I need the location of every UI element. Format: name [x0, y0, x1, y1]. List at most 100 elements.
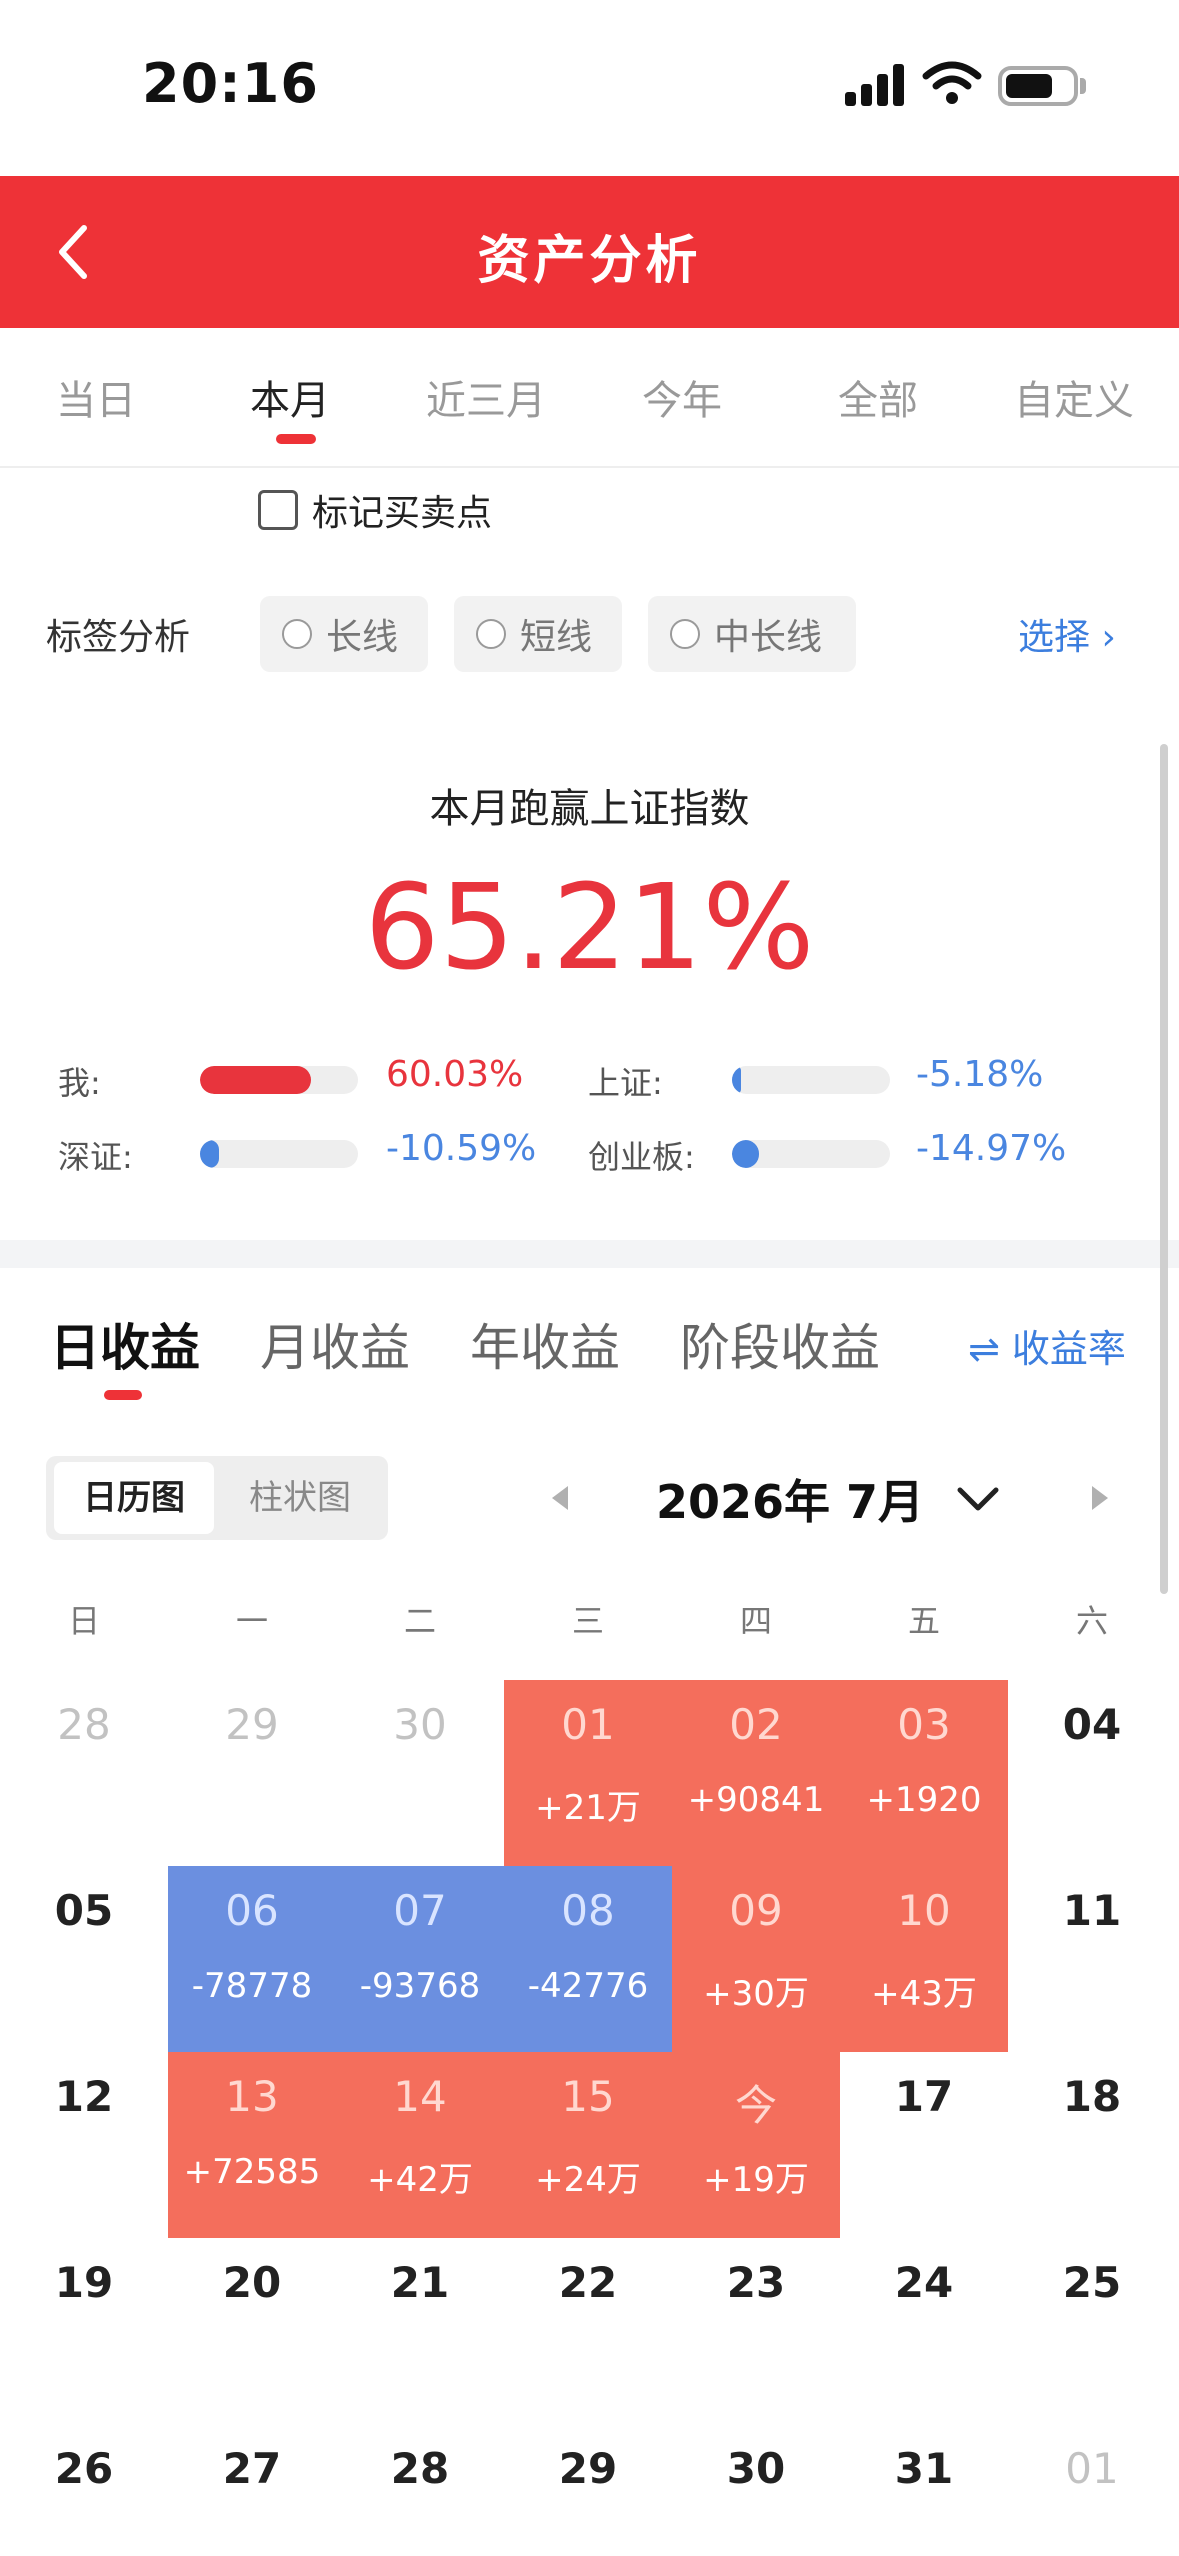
prev-month-icon[interactable] [540, 1478, 580, 1518]
tab-today[interactable]: 当日 [56, 368, 136, 426]
calendar-day[interactable]: 03 +1920 [840, 1680, 1008, 1866]
scrollbar[interactable] [1160, 744, 1168, 1594]
summary-value: 65.21% [364, 858, 815, 996]
rate-toggle-button[interactable]: ⇌ 收益率 [968, 1318, 1126, 1373]
calendar-day[interactable]: 30 [672, 2424, 840, 2556]
calendar-day[interactable]: 28 [336, 2424, 504, 2556]
calendar-day[interactable]: 13 +72585 [168, 2052, 336, 2238]
weekday-label: 六 [1075, 1602, 1108, 1640]
calendar-day[interactable]: 29 [504, 2424, 672, 2556]
day-number: 01 [561, 1700, 615, 1749]
calendar-day[interactable]: 29 [168, 1680, 336, 1866]
tab-all[interactable]: 全部 [838, 368, 918, 426]
day-number: 22 [558, 2258, 618, 2307]
tag-chip-mid-long[interactable]: 中长线 [648, 596, 856, 672]
tab-yearly-profit[interactable]: 年收益 [470, 1308, 620, 1380]
day-number: 27 [222, 2444, 282, 2493]
calendar-day[interactable]: 14 +42万 [336, 2052, 504, 2238]
calendar-day[interactable]: 09 +30万 [672, 1866, 840, 2052]
day-number: 29 [558, 2444, 618, 2493]
weekday-label: 四 [739, 1602, 772, 1640]
chevron-down-icon[interactable] [950, 1474, 1006, 1524]
calendar-day[interactable]: 12 [0, 2052, 168, 2238]
tag-chip-long[interactable]: 长线 [260, 596, 428, 672]
compare-label-me: 我: [58, 1064, 101, 1102]
period-tabs: 当日 本月 近三月 今年 全部 自定义 [0, 328, 1179, 468]
day-number: 20 [222, 2258, 282, 2307]
view-switch: 日历图 柱状图 [46, 1456, 388, 1540]
chip-label: 中长线 [714, 617, 823, 658]
calendar-day[interactable]: 20 [168, 2238, 336, 2424]
calendar-day[interactable]: 28 [0, 1680, 168, 1866]
calendar-day[interactable]: 18 [1008, 2052, 1176, 2238]
calendar-day[interactable]: 04 [1008, 1680, 1176, 1866]
calendar-day[interactable]: 02 +90841 [672, 1680, 840, 1866]
mark-points-checkbox[interactable] [258, 490, 298, 530]
day-number: 21 [390, 2258, 450, 2307]
calendar-day[interactable]: 07 -93768 [336, 1866, 504, 2052]
calendar-day[interactable]: 25 [1008, 2238, 1176, 2424]
calendar-day[interactable]: 15 +24万 [504, 2052, 672, 2238]
day-number: 06 [225, 1886, 279, 1935]
calendar-day[interactable]: 05 [0, 1866, 168, 2052]
mark-points-toggle[interactable]: 标记买卖点 [258, 480, 492, 540]
page-title: 资产分析 [477, 231, 702, 291]
tab-this-year[interactable]: 今年 [642, 368, 722, 426]
day-profit: +90841 [687, 1780, 825, 1820]
tab-daily-profit[interactable]: 日收益 [50, 1308, 200, 1380]
day-number: 08 [561, 1886, 615, 1935]
compare-bar-me [200, 1066, 358, 1094]
calendar-day[interactable]: 08 -42776 [504, 1866, 672, 2052]
compare-value-shenzhen: -10.59% [386, 1128, 537, 1169]
calendar-day[interactable]: 11 [1008, 1866, 1176, 2052]
day-profit: +72585 [183, 2152, 321, 2192]
radio-icon [670, 619, 700, 649]
cellular-signal-icon [845, 62, 907, 106]
bar-view-button[interactable]: 柱状图 [220, 1462, 380, 1534]
day-number: 28 [390, 2444, 450, 2493]
day-number: 25 [1062, 2258, 1122, 2307]
calendar-day[interactable]: 19 [0, 2238, 168, 2424]
calendar-day[interactable]: 24 [840, 2238, 1008, 2424]
day-number: 17 [894, 2072, 954, 2121]
compare-fill [200, 1066, 311, 1094]
tab-monthly-profit[interactable]: 月收益 [260, 1308, 410, 1380]
mark-points-label: 标记买卖点 [312, 493, 493, 534]
calendar-day[interactable]: 今 +19万 [672, 2052, 840, 2238]
day-number: 13 [225, 2072, 279, 2121]
tab-custom[interactable]: 自定义 [1014, 368, 1134, 426]
battery-cap [1080, 78, 1086, 94]
day-profit: +42万 [367, 2160, 473, 2200]
day-number: 02 [729, 1700, 783, 1749]
calendar-day[interactable]: 23 [672, 2238, 840, 2424]
calendar-day[interactable]: 22 [504, 2238, 672, 2424]
day-profit: +30万 [703, 1974, 809, 2014]
day-profit: +24万 [535, 2160, 641, 2200]
tab-this-month[interactable]: 本月 [250, 368, 330, 426]
day-number: 15 [561, 2072, 615, 2121]
calendar-day[interactable]: 17 [840, 2052, 1008, 2238]
day-profit: +1920 [866, 1780, 982, 1820]
calendar-day[interactable]: 27 [168, 2424, 336, 2556]
calendar-day[interactable]: 30 [336, 1680, 504, 1866]
tag-chip-short[interactable]: 短线 [454, 596, 622, 672]
active-tab-underline [276, 434, 316, 444]
calendar-day[interactable]: 01 [1008, 2424, 1176, 2556]
calendar-day[interactable]: 01 +21万 [504, 1680, 672, 1866]
day-number: 19 [54, 2258, 114, 2307]
calendar-day[interactable]: 31 [840, 2424, 1008, 2556]
compare-value-shanghai: -5.18% [916, 1054, 1044, 1095]
month-label: 2026年 7月 [656, 1475, 925, 1529]
next-month-icon[interactable] [1080, 1478, 1120, 1518]
compare-value-chinext: -14.97% [916, 1128, 1067, 1169]
calendar-day[interactable]: 06 -78778 [168, 1866, 336, 2052]
day-number: 12 [54, 2072, 114, 2121]
calendar-day[interactable]: 21 [336, 2238, 504, 2424]
tab-period-profit[interactable]: 阶段收益 [680, 1308, 880, 1380]
compare-fill [732, 1140, 759, 1168]
tab-three-months[interactable]: 近三月 [426, 368, 546, 426]
calendar-day[interactable]: 10 +43万 [840, 1866, 1008, 2052]
calendar-day[interactable]: 26 [0, 2424, 168, 2556]
calendar-view-button[interactable]: 日历图 [54, 1462, 214, 1534]
tag-select-link[interactable]: 选择 › [1018, 608, 1116, 660]
